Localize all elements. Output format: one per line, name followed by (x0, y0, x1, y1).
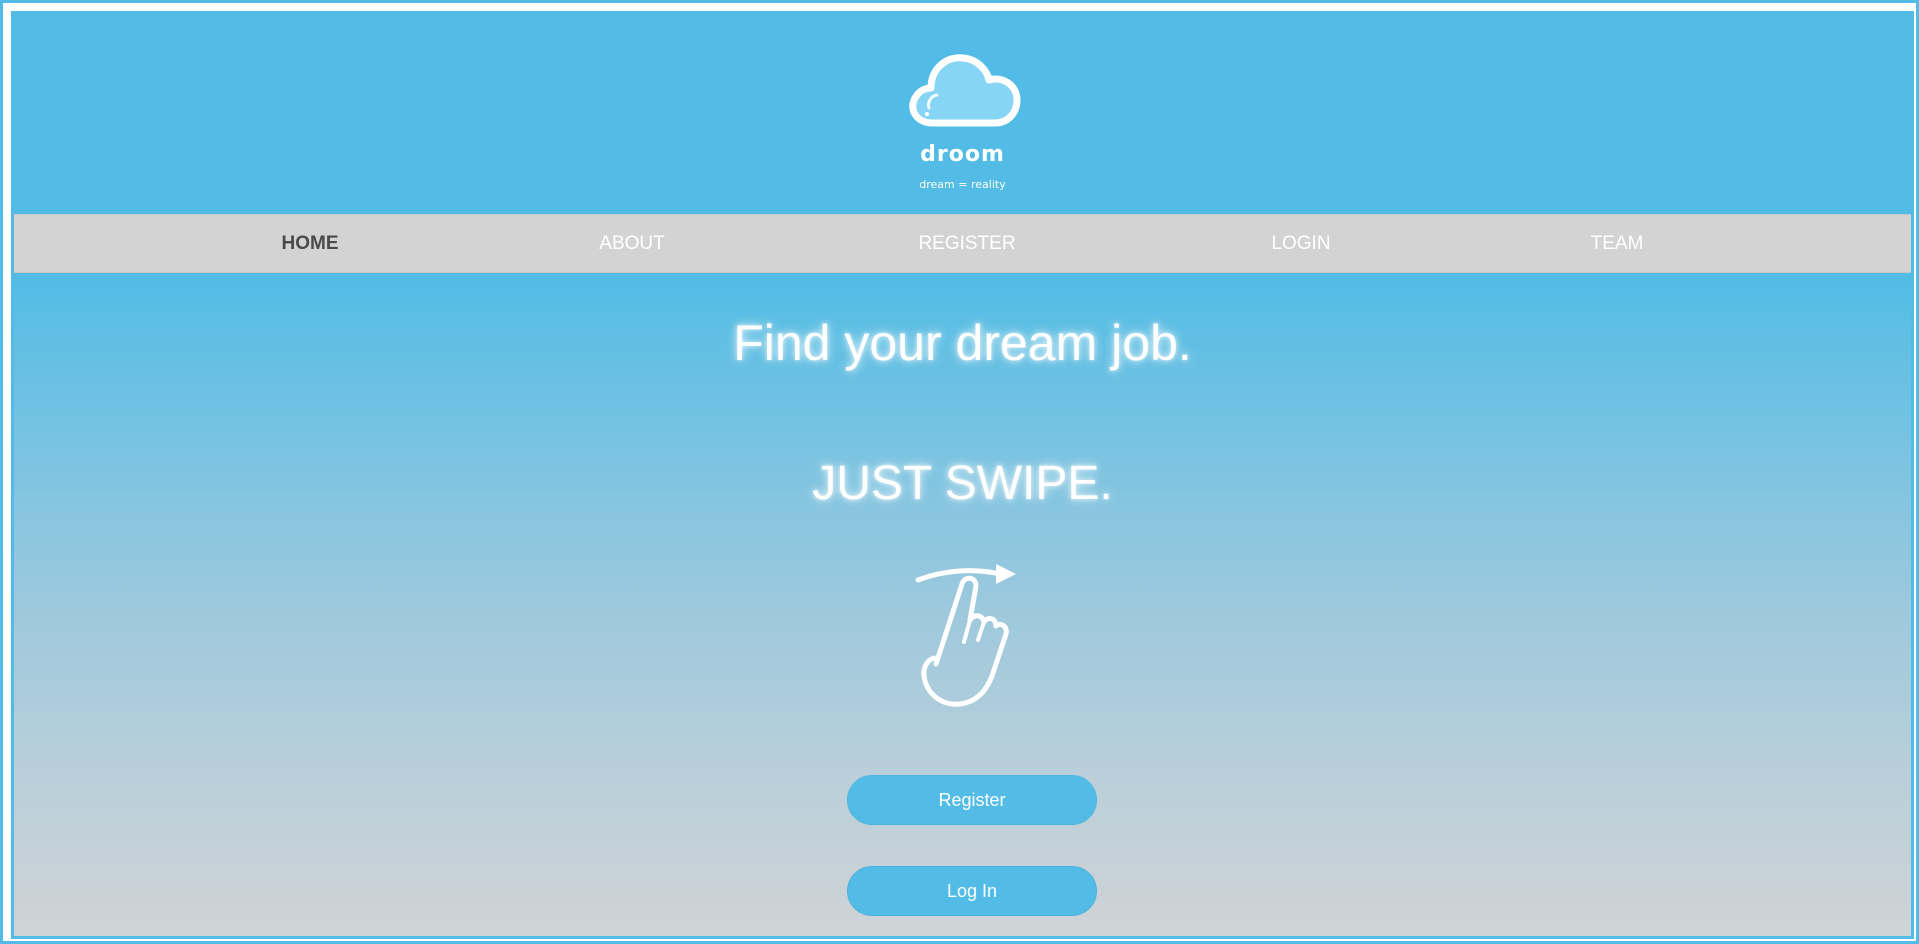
hero-headline: Find your dream job. (733, 315, 1192, 371)
nav-item-team[interactable]: TEAM (1591, 215, 1644, 272)
app-container: droom dream = reality HOME ABOUT REGISTE… (11, 11, 1914, 939)
page-frame: droom dream = reality HOME ABOUT REGISTE… (0, 0, 1919, 944)
nav-item-login[interactable]: LOGIN (1271, 215, 1330, 272)
nav-item-about[interactable]: ABOUT (599, 215, 664, 272)
nav-item-register[interactable]: REGISTER (918, 215, 1015, 272)
brand-name: droom (920, 142, 1005, 167)
hero-subheadline: JUST SWIPE. (812, 457, 1113, 510)
site-header: droom dream = reality (14, 14, 1911, 214)
swipe-hand-icon (915, 564, 1016, 707)
login-button[interactable]: Log In (847, 866, 1097, 916)
cloud-icon (909, 54, 1021, 127)
nav-item-home[interactable]: HOME (282, 215, 339, 272)
main-nav: HOME ABOUT REGISTER LOGIN TEAM (14, 214, 1911, 273)
register-button[interactable]: Register (847, 775, 1097, 825)
brand-tagline: dream = reality (919, 178, 1006, 191)
